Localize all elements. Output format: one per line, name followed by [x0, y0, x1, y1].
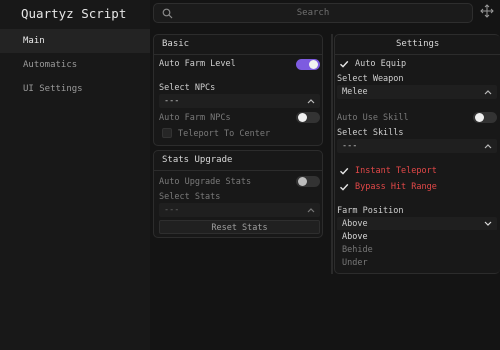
select-skills-dropdown[interactable]: --- [337, 139, 497, 153]
chevron-up-icon [307, 99, 315, 104]
basic-title: Basic [162, 39, 190, 49]
auto-farm-level-toggle[interactable] [296, 59, 320, 70]
farm-position-dropdown[interactable]: Above [337, 217, 497, 231]
select-weapon-value: Melee [342, 87, 368, 97]
auto-farm-npcs-toggle[interactable] [296, 112, 320, 123]
auto-use-skill-toggle[interactable] [473, 112, 497, 123]
divider [154, 54, 322, 55]
select-stats-dropdown[interactable]: --- [159, 203, 320, 217]
select-stats-value: --- [164, 205, 180, 215]
chevron-down-icon [484, 221, 492, 226]
scrollbar[interactable] [331, 34, 333, 274]
auto-use-skill-label: Auto Use Skill [337, 113, 409, 123]
select-skills-value: --- [342, 141, 358, 151]
teleport-to-center-checkbox[interactable] [162, 128, 172, 138]
move-icon[interactable] [480, 4, 494, 18]
select-weapon-label: Select Weapon [337, 74, 404, 84]
sidebar-item-main[interactable]: Main [0, 29, 150, 53]
farm-position-label: Farm Position [337, 206, 404, 216]
auto-upgrade-stats-toggle[interactable] [296, 176, 320, 187]
select-npcs-dropdown[interactable]: --- [159, 94, 320, 108]
auto-equip-label: Auto Equip [355, 59, 407, 69]
settings-title: Settings [396, 39, 440, 49]
toggle-knob [298, 177, 307, 186]
search-placeholder: Search [296, 8, 330, 18]
search-input[interactable]: Search [153, 3, 473, 23]
auto-equip-checkbox[interactable] [339, 59, 349, 69]
select-skills-label: Select Skills [337, 128, 404, 138]
reset-stats-button[interactable]: Reset Stats [159, 220, 320, 234]
option-behide[interactable]: Behide [342, 245, 373, 255]
auto-farm-level-label: Auto Farm Level [159, 59, 236, 69]
teleport-to-center-label: Teleport To Center [178, 129, 271, 139]
farm-position-options: Above Behide Under [336, 230, 497, 270]
select-npcs-value: --- [164, 96, 180, 106]
instant-teleport-checkbox[interactable] [339, 166, 349, 176]
bypass-hit-range-checkbox[interactable] [339, 182, 349, 192]
toggle-knob [475, 113, 484, 122]
select-stats-label: Select Stats [159, 192, 221, 202]
sidebar-item-automatics[interactable]: Automatics [0, 53, 150, 77]
select-npcs-label: Select NPCs [159, 83, 216, 93]
select-weapon-dropdown[interactable]: Melee [337, 85, 497, 99]
app-title: Quartyz Script [21, 6, 127, 21]
sidebar: Quartyz Script Main Automatics UI Settin… [0, 0, 150, 350]
divider [335, 54, 500, 55]
chevron-up-icon [484, 90, 492, 95]
option-under[interactable]: Under [342, 258, 368, 268]
chevron-up-icon [484, 144, 492, 149]
auto-farm-npcs-label: Auto Farm NPCs [159, 113, 231, 123]
stats-upgrade-title: Stats Upgrade [162, 155, 233, 165]
divider [154, 170, 322, 171]
farm-position-value: Above [342, 219, 368, 229]
chevron-up-icon [307, 208, 315, 213]
auto-upgrade-stats-label: Auto Upgrade Stats [159, 177, 252, 187]
sidebar-item-ui-settings[interactable]: UI Settings [0, 77, 150, 101]
option-above[interactable]: Above [342, 232, 368, 242]
toggle-knob [309, 60, 318, 69]
toggle-knob [298, 113, 307, 122]
bypass-hit-range-label: Bypass Hit Range [355, 182, 437, 192]
instant-teleport-label: Instant Teleport [355, 166, 437, 176]
